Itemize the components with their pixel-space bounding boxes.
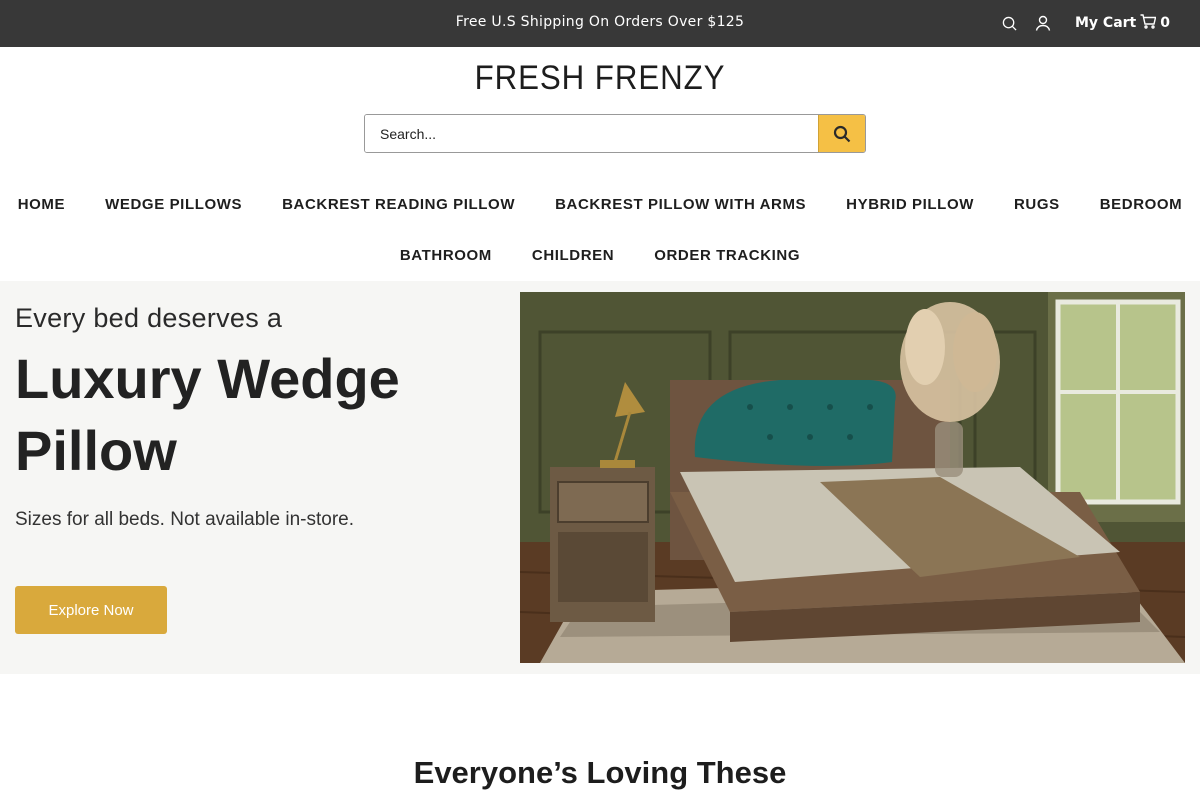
nav-item-bedroom[interactable]: BEDROOM: [1080, 196, 1200, 213]
nav-item-home[interactable]: HOME: [0, 196, 85, 213]
nav-item-children[interactable]: CHILDREN: [512, 247, 634, 264]
search-input[interactable]: [365, 115, 818, 152]
hero-banner: Every bed deserves a Luxury Wedge Pillow…: [0, 281, 1200, 674]
search-icon: [833, 125, 851, 142]
nav-item-wedge-pillows[interactable]: WEDGE PILLOWS: [85, 196, 262, 213]
header-actions: My Cart 0: [999, 13, 1170, 33]
nav-item-order-tracking[interactable]: ORDER TRACKING: [634, 247, 820, 264]
cart-count: 0: [1160, 15, 1170, 31]
search-submit-button[interactable]: [818, 115, 865, 152]
hero-title: Luxury Wedge Pillow: [15, 347, 400, 482]
hero-pre-title: Every bed deserves a: [15, 303, 283, 333]
cart-button[interactable]: My Cart 0: [1075, 13, 1170, 33]
nav-item-rugs[interactable]: RUGS: [994, 196, 1080, 213]
cart-icon: [1140, 13, 1157, 33]
main-nav-row-1: HOME WEDGE PILLOWS BACKREST READING PILL…: [0, 196, 1200, 213]
nav-item-backrest-pillow-with-arms[interactable]: BACKREST PILLOW WITH ARMS: [535, 196, 826, 213]
site-logo[interactable]: FRESH FRENZY: [48, 58, 1152, 98]
nav-item-hybrid-pillow[interactable]: HYBRID PILLOW: [826, 196, 994, 213]
hero-image: [520, 292, 1185, 663]
hero-subtitle: Sizes for all beds. Not available in-sto…: [15, 509, 354, 530]
section-title: Everyone’s Loving These: [413, 755, 787, 790]
nav-item-backrest-reading-pillow[interactable]: BACKREST READING PILLOW: [262, 196, 535, 213]
cart-label: My Cart: [1075, 15, 1137, 31]
search-icon[interactable]: [999, 13, 1019, 33]
account-icon[interactable]: [1033, 13, 1053, 33]
main-nav-row-2: BATHROOM CHILDREN ORDER TRACKING: [0, 247, 1200, 264]
search-bar: [364, 114, 866, 153]
explore-now-button[interactable]: Explore Now: [15, 586, 167, 634]
announcement-bar: Free U.S Shipping On Orders Over $125 My…: [0, 0, 1200, 47]
nav-item-bathroom[interactable]: BATHROOM: [380, 247, 512, 264]
